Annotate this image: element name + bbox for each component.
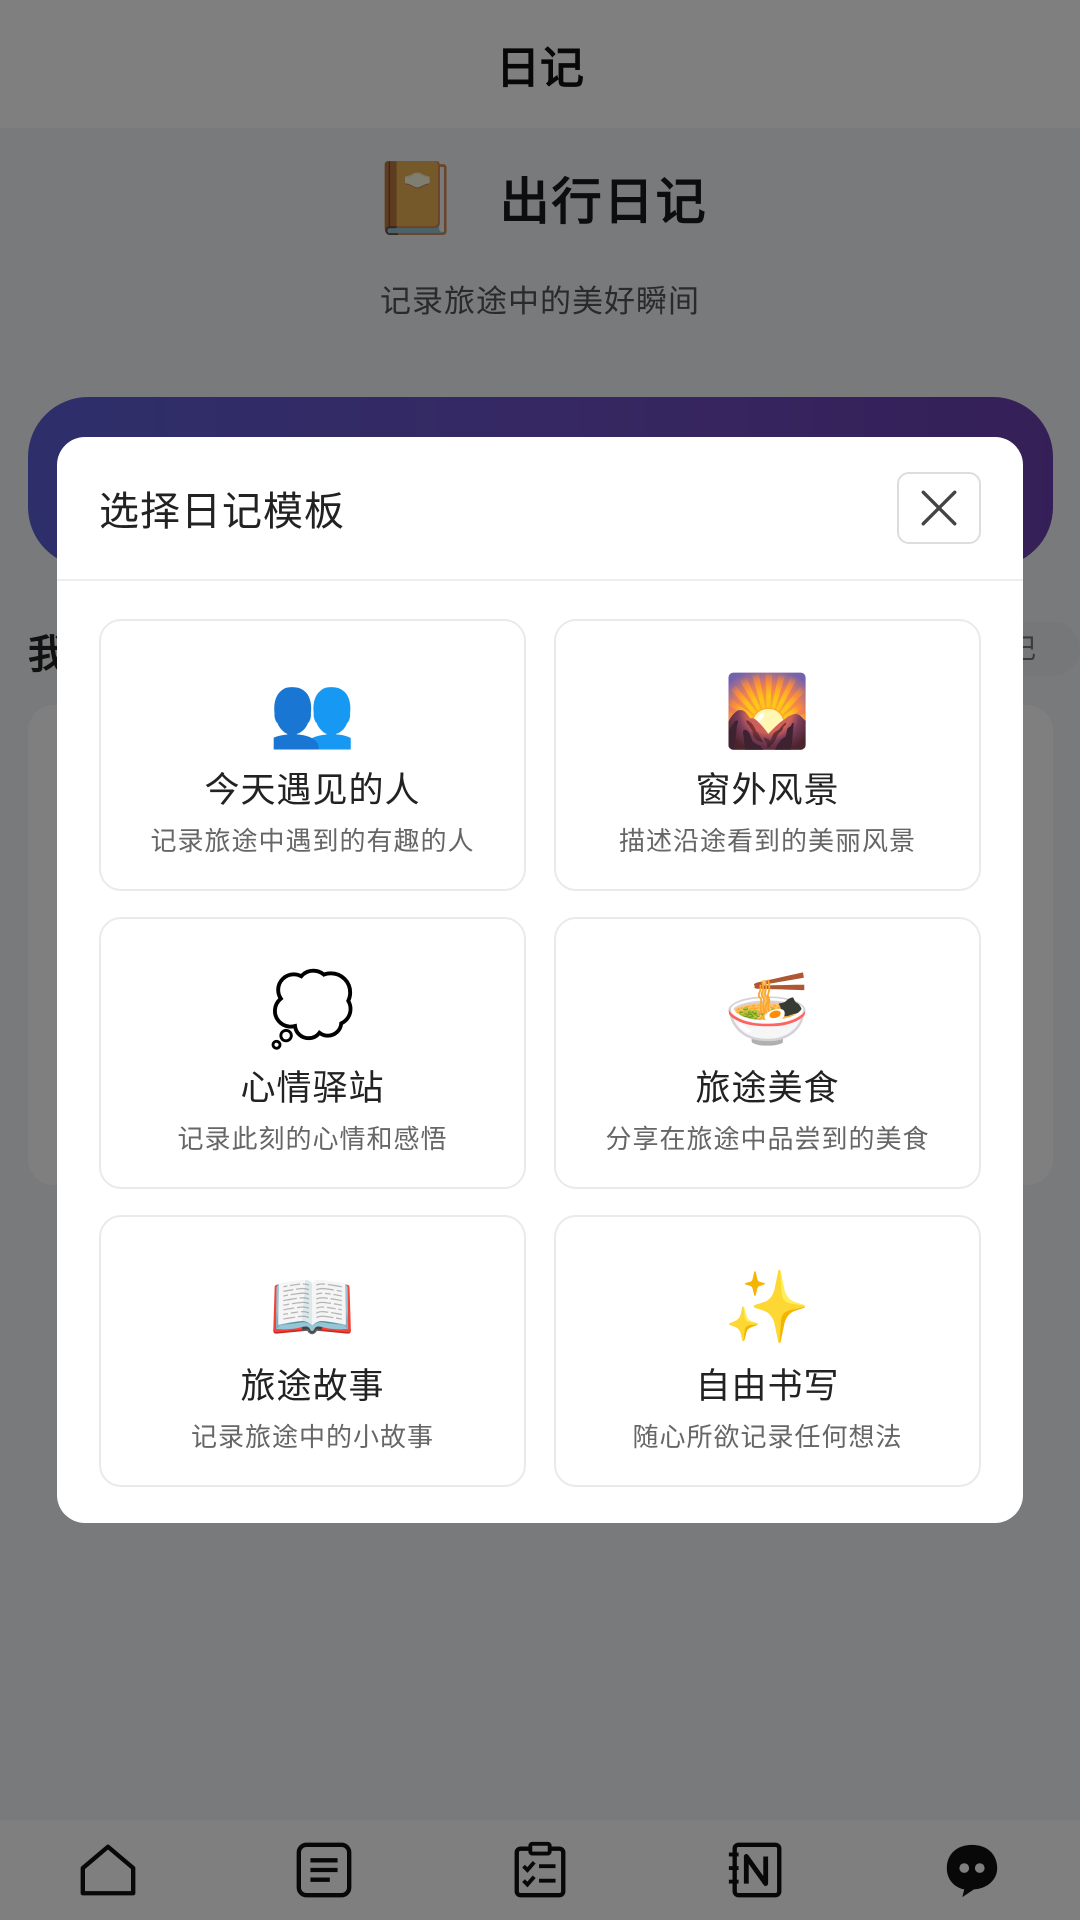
- template-title: 今天遇见的人: [204, 771, 421, 811]
- template-card-scenery[interactable]: 🌄 窗外风景 描述沿途看到的美丽风景: [554, 619, 981, 891]
- modal-header: 选择日记模板: [57, 437, 1023, 581]
- template-description: 记录此刻的心情和感悟: [177, 1125, 448, 1155]
- people-icon: 👥: [268, 670, 357, 752]
- template-card-people[interactable]: 👥 今天遇见的人 记录旅途中遇到的有趣的人: [99, 619, 526, 891]
- template-card-story[interactable]: 📖 旅途故事 记录旅途中的小故事: [99, 1215, 526, 1487]
- template-card-food[interactable]: 🍜 旅途美食 分享在旅途中品尝到的美食: [554, 917, 981, 1189]
- template-description: 记录旅途中遇到的有趣的人: [150, 827, 475, 857]
- template-picker-modal: 选择日记模板 👥 今天遇见的人 记录旅途中遇到的有趣的人 🌄 窗外风景 描述沿途…: [57, 437, 1023, 1523]
- template-description: 描述沿途看到的美丽风景: [618, 827, 916, 857]
- template-title: 自由书写: [695, 1367, 840, 1407]
- template-description: 随心所欲记录任何想法: [632, 1423, 903, 1453]
- template-card-free-writing[interactable]: ✨ 自由书写 随心所欲记录任何想法: [554, 1215, 981, 1487]
- template-title: 旅途故事: [240, 1367, 385, 1407]
- sparkles-icon: ✨: [723, 1266, 812, 1348]
- template-grid: 👥 今天遇见的人 记录旅途中遇到的有趣的人 🌄 窗外风景 描述沿途看到的美丽风景…: [99, 619, 981, 1487]
- close-button[interactable]: [897, 472, 981, 544]
- noodle-bowl-icon: 🍜: [723, 968, 812, 1050]
- sunrise-icon: 🌄: [723, 670, 812, 752]
- template-description: 记录旅途中的小故事: [190, 1423, 434, 1453]
- close-icon: [921, 490, 957, 526]
- open-book-icon: 📖: [268, 1266, 357, 1348]
- template-description: 分享在旅途中品尝到的美食: [605, 1125, 930, 1155]
- template-title: 窗外风景: [695, 771, 840, 811]
- modal-title: 选择日记模板: [99, 489, 345, 535]
- template-title: 心情驿站: [240, 1069, 385, 1109]
- template-title: 旅途美食: [695, 1069, 840, 1109]
- thought-bubble-icon: 💭: [268, 968, 357, 1050]
- template-card-mood[interactable]: 💭 心情驿站 记录此刻的心情和感悟: [99, 917, 526, 1189]
